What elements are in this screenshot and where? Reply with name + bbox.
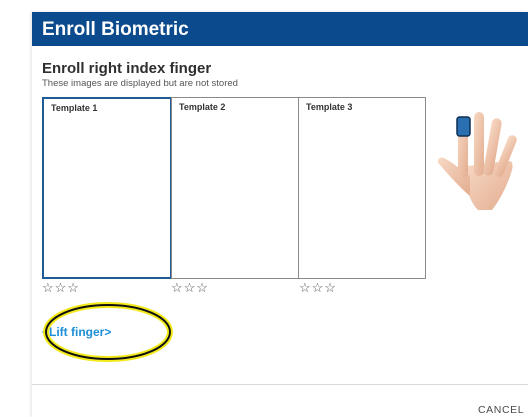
template-1-label: Template 1 — [51, 103, 98, 113]
dialog-title: Enroll Biometric — [42, 19, 189, 40]
template-3-quality-stars: ☆☆☆ — [299, 280, 337, 295]
template-3-label: Template 3 — [306, 102, 353, 112]
template-2-label: Template 2 — [179, 102, 226, 112]
template-1-panel: Template 1 — [42, 97, 172, 279]
lift-finger-status: <Lift finger> — [42, 325, 112, 339]
template-1-quality-stars: ☆☆☆ — [42, 280, 80, 295]
index-finger-highlight — [456, 116, 471, 137]
enroll-heading: Enroll right index finger — [42, 60, 212, 77]
footer-divider — [32, 384, 528, 385]
template-2-panel: Template 2 — [171, 97, 299, 279]
enroll-biometric-dialog: Enroll Biometric Enroll right index fing… — [32, 12, 528, 417]
dialog-title-bar: Enroll Biometric — [32, 12, 528, 46]
cancel-button[interactable]: CANCEL — [478, 404, 524, 416]
template-panels: Template 1 ☆☆☆ Template 2 ☆☆☆ Template 3… — [42, 97, 428, 294]
hand-icon — [437, 112, 517, 210]
template-2-quality-stars: ☆☆☆ — [171, 280, 209, 295]
template-3-panel: Template 3 — [298, 97, 426, 279]
enroll-subheading: These images are displayed but are not s… — [42, 78, 238, 89]
